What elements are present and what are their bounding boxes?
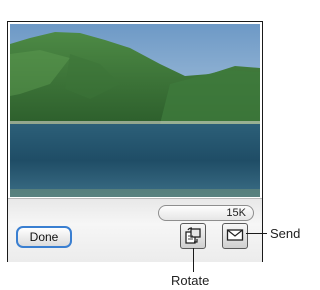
rotate-callout-label: Rotate [171,273,210,288]
photo[interactable] [10,24,260,197]
send-button[interactable] [222,223,248,249]
page: 15K Done Send Rotate [0,0,315,290]
rotate-callout-line [193,248,194,272]
file-size-label: 15K [226,207,246,219]
send-callout-line [246,233,267,234]
rotate-button[interactable] [180,223,206,249]
done-button[interactable]: Done [16,226,72,248]
envelope-icon [226,229,244,241]
rotate-icon [185,227,201,244]
file-size-indicator: 15K [158,205,254,221]
landscape-photo [10,24,260,197]
toolbar: 15K Done [8,198,262,262]
send-callout-label: Send [270,226,301,241]
photo-viewer-screen: 15K Done [7,21,263,262]
